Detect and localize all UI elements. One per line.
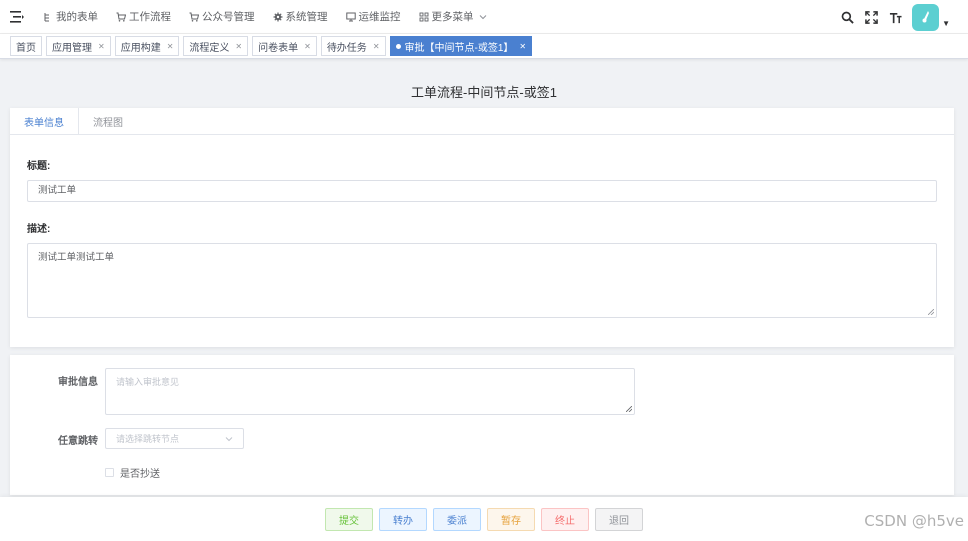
active-dot-icon [395,43,401,49]
approval-card: 审批信息 请输入审批意见 任意跳转 请选择跳转节点 是否抄送 [10,355,954,495]
close-icon[interactable]: ✕ [304,42,311,51]
tag-questionnaire[interactable]: 问卷表单 ✕ [252,36,317,56]
title-label: 标题: [27,161,51,172]
menu-item-more[interactable]: 更多菜单 [410,0,496,34]
menu-item-label: 我的表单 [56,11,98,23]
page-title: 工单流程-中间节点-或签1 [411,85,557,100]
tag-app-management[interactable]: 应用管理 ✕ [46,36,111,56]
avatar[interactable] [912,3,940,31]
return-button[interactable]: 退回 [595,508,643,531]
watermark: CSDN @h5ve [864,512,964,530]
cc-label: 是否抄送 [120,469,160,480]
menu-item-official-account[interactable]: 公众号管理 [180,0,264,34]
jump-node-select[interactable]: 请选择跳转节点 [105,428,244,449]
menu-item-system[interactable]: 系统管理 [264,0,337,34]
font-size-icon[interactable] [888,10,902,24]
save-draft-button[interactable]: 暂存 [487,508,535,531]
chevron-down-icon [479,14,486,19]
delegate-button[interactable]: 委派 [433,508,481,531]
menu-item-label: 工作流程 [129,11,171,23]
menu-item-monitor[interactable]: 运维监控 [337,0,410,34]
description-label: 描述: [27,224,51,235]
approval-comment-label: 审批信息 [58,377,98,388]
tree-icon [44,12,49,21]
menu-item-label: 公众号管理 [202,11,255,23]
menu-item-label: 运维监控 [358,11,401,23]
tag-label: 问卷表单 [258,42,299,54]
menu-item-label: 更多菜单 [431,11,474,23]
fullscreen-icon[interactable] [864,10,878,24]
form-tabs: 表单信息 流程图 [10,108,954,135]
right-toolbar: ▼ [840,0,950,34]
terminate-button[interactable]: 终止 [541,508,589,531]
action-footer: 提交 转办 委派 暂存 终止 退回 CSDN @h5ve [0,497,968,541]
cc-checkbox-row[interactable]: 是否抄送 [105,465,160,480]
form-card: 表单信息 流程图 标题: 测试工单 描述: 测试工单测试工单 [10,108,954,347]
tag-label: 审批【中间节点-或签1】 [404,42,514,54]
description-value: 测试工单测试工单 [38,252,115,263]
search-icon[interactable] [840,10,854,24]
tag-home[interactable]: 首页 [10,36,42,56]
menu-item-workflow[interactable]: 工作流程 [107,0,180,34]
cc-checkbox[interactable] [105,468,114,477]
description-textarea[interactable]: 测试工单测试工单 [27,243,937,318]
caret-down-icon[interactable]: ▼ [942,19,950,28]
resize-handle-icon[interactable] [626,406,632,412]
submit-button[interactable]: 提交 [325,508,373,531]
action-buttons: 提交 转办 委派 暂存 终止 退回 [325,508,643,531]
cart-icon [189,12,199,22]
tags-view: 首页 应用管理 ✕ 应用构建 ✕ 流程定义 ✕ 问卷表单 ✕ 待办任务 ✕ 审批【中间节点… [0,34,968,59]
close-icon[interactable]: ✕ [167,42,174,51]
tag-todo-tasks[interactable]: 待办任务 ✕ [320,36,386,56]
approval-comment-textarea[interactable]: 请输入审批意见 [105,368,635,415]
top-menu: 我的表单 工作流程 公众号管理 系统管理 运维监控 更多菜单 [34,0,496,34]
tag-app-build[interactable]: 应用构建 ✕ [114,36,180,56]
title-field[interactable]: 测试工单 [27,180,937,202]
close-icon[interactable]: ✕ [373,42,380,51]
chevron-down-icon [225,436,233,441]
top-navbar: 我的表单 工作流程 公众号管理 系统管理 运维监控 更多菜单 ▼ [0,0,968,34]
tag-label: 首页 [16,42,36,54]
tag-label: 待办任务 [326,42,367,54]
menu-item-label: 系统管理 [285,11,328,23]
monitor-icon [345,12,356,21]
tag-label: 应用管理 [52,42,92,54]
jump-node-placeholder: 请选择跳转节点 [116,434,180,444]
cart-icon [116,12,126,22]
close-icon[interactable]: ✕ [235,42,242,51]
gear-icon [273,12,282,21]
tag-process-definition[interactable]: 流程定义 ✕ [183,36,249,56]
avatar-image [922,11,929,23]
grid-icon [419,12,428,21]
tab-flowchart[interactable]: 流程图 [79,108,137,134]
tag-label: 流程定义 [189,42,230,54]
approval-comment-placeholder: 请输入审批意见 [116,377,180,387]
menu-item-my-forms[interactable]: 我的表单 [34,0,107,34]
hamburger-menu-icon[interactable] [0,0,34,34]
jump-label: 任意跳转 [58,436,98,447]
tag-label: 应用构建 [120,42,161,54]
close-icon[interactable]: ✕ [98,42,105,51]
tag-approval-active[interactable]: 审批【中间节点-或签1】 ✕ [389,36,533,56]
transfer-button[interactable]: 转办 [379,508,427,531]
tab-form-info[interactable]: 表单信息 [10,108,79,134]
close-icon[interactable]: ✕ [519,42,526,51]
resize-handle-icon[interactable] [928,309,934,315]
